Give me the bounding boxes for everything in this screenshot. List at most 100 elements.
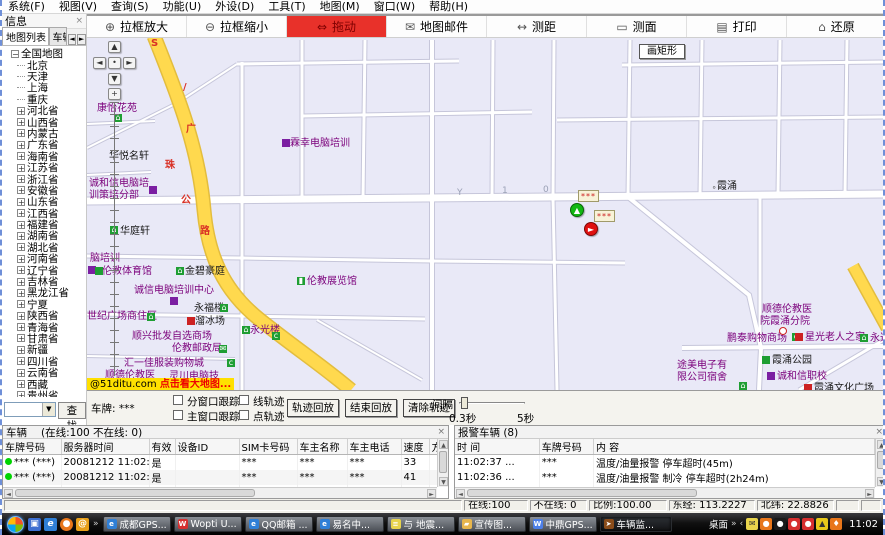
track-button-结束回放[interactable]: 结束回放 — [345, 399, 397, 417]
quicklaunch-browser-icon[interactable]: ● — [60, 518, 73, 531]
vehicle-marker-green[interactable]: ▲ — [570, 203, 584, 217]
sidebar-tab-地图列表[interactable]: 地图列表 — [2, 27, 49, 45]
zoom-slider[interactable] — [110, 102, 119, 376]
vehicle-row[interactable]: *** (***)20081212 11:02:38是*********33 — [3, 455, 437, 471]
vehicle-col-header[interactable]: 车主名称 — [297, 439, 347, 455]
vehicle-panel-close-icon[interactable]: × — [437, 427, 445, 437]
toolbar-button-map-mail[interactable]: ✉地图邮件 — [387, 16, 487, 37]
checkbox-主窗口跟踪[interactable] — [173, 410, 183, 420]
draw-rectangle-button[interactable]: 画矩形 — [639, 44, 685, 59]
menu-item[interactable]: 外设(D) — [215, 0, 254, 13]
taskbar-button-宣传图...[interactable]: ▰宣传图... — [458, 516, 526, 532]
desktop-chevron-icon[interactable]: » — [731, 519, 737, 529]
alarm-col-header[interactable]: 车牌号码 — [539, 439, 593, 455]
alarm-col-header[interactable]: 时 间 — [455, 439, 539, 455]
taskbar-button-成都GPS...[interactable]: e成都GPS... — [103, 516, 171, 532]
pan-left-button[interactable]: ◄ — [93, 57, 106, 69]
vehicle-col-header[interactable]: SIM卡号码 — [239, 439, 297, 455]
alarm-row[interactable]: 11:02:36 ...***温度/油量报警 制冷 停车超时(2h24m) — [455, 470, 875, 485]
toolbar-button-zoom-in[interactable]: ⊕拉框放大 — [87, 16, 187, 37]
road-name-char: / — [183, 82, 187, 93]
find-button[interactable]: 查找 — [58, 402, 86, 419]
tab-scroll-right-icon[interactable]: ► — [77, 34, 86, 45]
pan-up-button[interactable]: ▲ — [108, 41, 121, 53]
toolbar-button-measure-distance[interactable]: ↔测距 — [487, 16, 587, 37]
tab-scroll-left-icon[interactable]: ◄ — [68, 34, 77, 45]
vehicle-hscrollbar[interactable]: ◄► — [3, 487, 437, 498]
checkbox-分窗口跟踪[interactable] — [173, 395, 183, 405]
taskbar-button-Wopti U...[interactable]: WWopti U... — [174, 516, 242, 532]
zoom-in-button[interactable]: + — [108, 88, 121, 100]
menu-item[interactable]: 帮助(H) — [429, 0, 468, 13]
alarm-row[interactable]: 11:02:37 ...***温度/油量报警 停车超时(45m) — [455, 455, 875, 471]
toolbar-button-label: 打印 — [733, 18, 757, 35]
zoom-in-icon: ⊕ — [105, 20, 115, 34]
toolbar-button-zoom-out[interactable]: ⊖拉框缩小 — [187, 16, 287, 37]
quicklaunch-app-icon[interactable]: @ — [76, 518, 89, 531]
vehicle-col-header[interactable]: 有效 — [149, 439, 175, 455]
vehicle-table[interactable]: 车牌号码服务器时间有效设备IDSIM卡号码车主名称车主电话速度方*** (***… — [3, 439, 437, 487]
wangwang-tray-icon[interactable]: ● — [760, 518, 772, 530]
warning-tray-icon[interactable]: ▲ — [816, 518, 828, 530]
vehicle-col-header[interactable]: 车牌号码 — [3, 439, 61, 455]
qq-red-tray-icon[interactable]: ● — [788, 518, 800, 530]
menu-item[interactable]: 地图(M) — [320, 0, 360, 13]
quicklaunch-chevron-icon[interactable]: » — [93, 519, 99, 529]
sidebar-tab-车辆[interactable]: 车辆 — [49, 27, 67, 45]
vehicle-col-header[interactable]: 服务器时间 — [61, 439, 149, 455]
pan-down-button[interactable]: ▼ — [108, 73, 121, 85]
search-combo[interactable]: ▼ — [4, 402, 56, 417]
toolbar-button-restore[interactable]: ⌂还原 — [787, 16, 885, 37]
vehicle-col-header[interactable]: 方 — [429, 439, 437, 455]
menu-item[interactable]: 功能(U) — [163, 0, 202, 13]
tree-item[interactable]: +贵州省 — [5, 390, 86, 397]
vehicle-col-header[interactable]: 速度 — [401, 439, 429, 455]
expo-square-icon: ▮ — [297, 277, 305, 285]
taskbar-button-与 地震...[interactable]: ≡与 地震... — [387, 516, 455, 532]
combo-dropdown-icon[interactable]: ▼ — [42, 403, 55, 416]
poi-square-icon — [282, 139, 290, 147]
alarm-table[interactable]: 时 间车牌号码内 容11:02:37 ...***温度/油量报警 停车超时(45… — [455, 439, 875, 487]
checkbox-点轨迹[interactable] — [239, 410, 249, 420]
checkbox-线轨迹[interactable] — [239, 395, 249, 405]
toolbar-button-print[interactable]: ▤打印 — [687, 16, 787, 37]
interval-slider[interactable] — [459, 397, 525, 410]
taskbar-button-易名中...[interactable]: e易名中... — [316, 516, 384, 532]
start-button-icon[interactable] — [7, 516, 24, 533]
toolbar-button-pan[interactable]: ⇔拖动 — [287, 16, 387, 37]
menu-item[interactable]: 系统(F) — [8, 0, 45, 13]
quicklaunch-desktop-icon[interactable]: ▣ — [28, 518, 41, 531]
menu-item[interactable]: 窗口(W) — [374, 0, 415, 13]
map-region-tree: −全国地图北京天津上海重庆+河北省+山西省+内蒙古+广东省+海南省+江苏省+浙江… — [2, 48, 86, 397]
taskbar-button-中鼎GPS...[interactable]: W中鼎GPS... — [529, 516, 597, 532]
menu-item[interactable]: 视图(V) — [59, 0, 97, 13]
map-canvas[interactable]: 康怡花苑华悦名轩诚和信电脑培训策培分部霖幸电脑培训华庭轩脑培训伦教体育馆金碧豪庭… — [87, 38, 885, 390]
quicklaunch-ie-icon[interactable]: e — [44, 518, 57, 531]
vehicle-marker-red[interactable]: ► — [584, 222, 598, 236]
vehicle-row[interactable]: *** (***)20081212 11:02:39是*********41 — [3, 470, 437, 485]
taskbar-button-车辆监...[interactable]: ➤车辆监... — [600, 516, 672, 532]
alarm-panel-close-icon[interactable]: × — [875, 427, 883, 437]
mail-tray-icon[interactable]: ✉ — [746, 518, 758, 530]
pan-right-button[interactable]: ► — [123, 57, 136, 69]
sidebar-close-icon[interactable]: × — [75, 16, 83, 26]
flame-tray-icon[interactable]: ♦ — [830, 518, 842, 530]
qq-red2-tray-icon[interactable]: ● — [802, 518, 814, 530]
pan-center-button[interactable]: • — [108, 57, 121, 69]
vehicle-col-header[interactable]: 车主电话 — [347, 439, 401, 455]
vehicle-vscrollbar[interactable]: ▲▼ — [437, 439, 448, 487]
toolbar-button-measure-area[interactable]: ▭测面 — [587, 16, 687, 37]
track-button-轨迹回放[interactable]: 轨迹回放 — [287, 399, 339, 417]
alarm-col-header[interactable]: 内 容 — [593, 439, 874, 455]
menu-item[interactable]: 查询(S) — [111, 0, 149, 13]
taskbar-button-QQ邮箱 ...[interactable]: eQQ邮箱 ... — [245, 516, 313, 532]
desktop-toolbar-label[interactable]: 桌面 — [709, 517, 728, 531]
map-watermark[interactable]: @51ditu.com 点击看大地图... — [87, 378, 234, 390]
alarm-hscrollbar[interactable]: ◄► — [455, 487, 875, 498]
alarm-vscrollbar[interactable]: ▲▼ — [875, 439, 885, 487]
menu-item[interactable]: 工具(T) — [268, 0, 305, 13]
qq-black-tray-icon[interactable]: ● — [774, 518, 786, 530]
tray-collapse-icon[interactable]: ‹ — [740, 519, 744, 529]
sport-square-icon — [95, 267, 103, 275]
vehicle-col-header[interactable]: 设备ID — [175, 439, 239, 455]
